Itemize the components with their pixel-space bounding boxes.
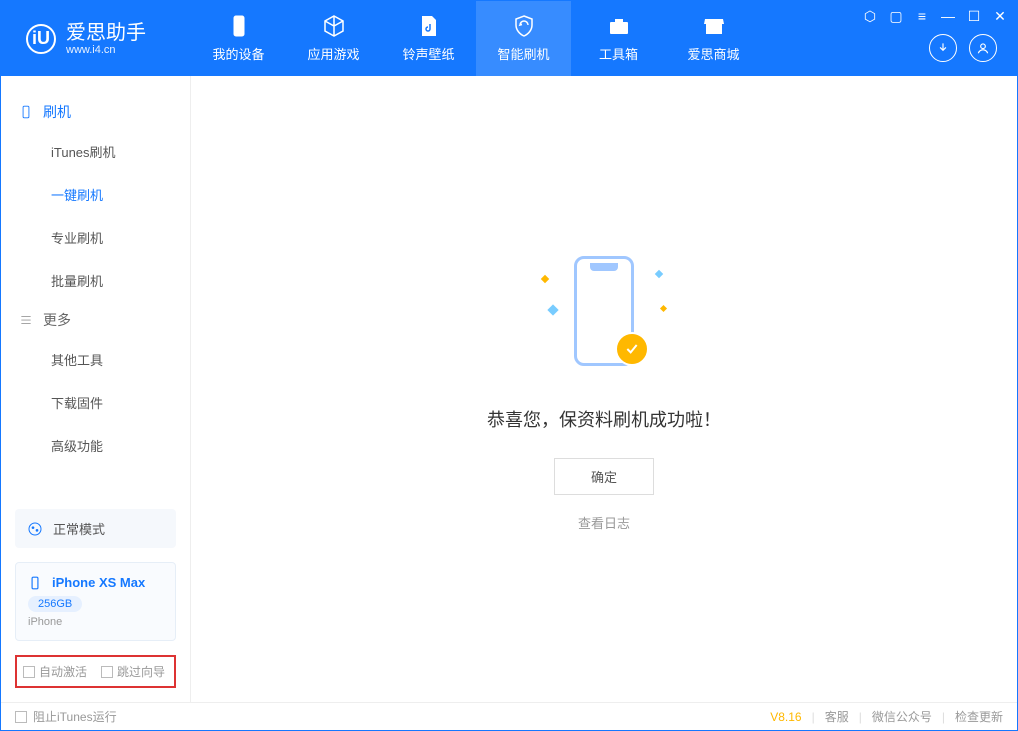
tab-toolbox[interactable]: 工具箱 [571, 1, 666, 76]
download-button[interactable] [929, 34, 957, 62]
header: iU 爱思助手 www.i4.cn 我的设备 应用游戏 铃声壁纸 智能刷机 工具… [1, 1, 1017, 76]
main-content: 恭喜您，保资料刷机成功啦！ 确定 查看日志 [191, 76, 1017, 702]
nav-batch-flash[interactable]: 批量刷机 [1, 259, 190, 302]
view-log-link[interactable]: 查看日志 [578, 513, 630, 532]
menu-icon[interactable]: ≡ [915, 9, 929, 23]
app-name: 爱思助手 [66, 22, 146, 44]
app-url: www.i4.cn [66, 44, 146, 56]
close-button[interactable]: ✕ [993, 9, 1007, 23]
tshirt-icon[interactable]: ⬡ [863, 9, 877, 23]
success-illustration [524, 246, 684, 376]
nav-other-tools[interactable]: 其他工具 [1, 338, 190, 381]
ok-button[interactable]: 确定 [554, 458, 654, 495]
checkbox-label: 自动激活 [39, 663, 87, 680]
titlebar-controls: ⬡ ▢ ≡ — ☐ ✕ [863, 9, 1007, 23]
cube-icon [322, 14, 346, 38]
checkbox-label: 跳过向导 [117, 663, 165, 680]
logo-icon: iU [26, 24, 56, 54]
section-label: 刷机 [43, 102, 71, 122]
tab-smart-flash[interactable]: 智能刷机 [476, 1, 571, 76]
wechat-link[interactable]: 微信公众号 [872, 708, 932, 725]
nav-one-click-flash[interactable]: 一键刷机 [1, 173, 190, 216]
footer: 阻止iTunes运行 V8.16 | 客服 | 微信公众号 | 检查更新 [1, 702, 1017, 730]
customer-service-link[interactable]: 客服 [825, 708, 849, 725]
phone-icon [19, 105, 33, 119]
store-icon [702, 14, 726, 38]
mode-card[interactable]: 正常模式 [15, 509, 176, 548]
version-label: V8.16 [770, 710, 801, 724]
tab-store[interactable]: 爱思商城 [666, 1, 761, 76]
nav-advanced[interactable]: 高级功能 [1, 424, 190, 467]
nav-itunes-flash[interactable]: iTunes刷机 [1, 130, 190, 173]
nav-download-firmware[interactable]: 下载固件 [1, 381, 190, 424]
list-icon [19, 313, 33, 327]
auto-activate-checkbox[interactable]: 自动激活 [23, 663, 87, 680]
tab-label: 智能刷机 [497, 44, 549, 63]
shield-refresh-icon [512, 14, 536, 38]
tab-label: 爱思商城 [687, 44, 739, 63]
device-icon [227, 14, 251, 38]
section-label: 更多 [43, 310, 71, 330]
user-button[interactable] [969, 34, 997, 62]
sidebar: 刷机 iTunes刷机 一键刷机 专业刷机 批量刷机 更多 其他工具 下载固件 … [1, 76, 191, 702]
mode-label: 正常模式 [53, 519, 105, 538]
phone-icon [28, 576, 42, 590]
section-more[interactable]: 更多 [1, 302, 190, 338]
tab-label: 工具箱 [599, 44, 638, 63]
success-message: 恭喜您，保资料刷机成功啦！ [487, 406, 721, 432]
header-actions [929, 34, 1017, 62]
block-itunes-checkbox[interactable]: 阻止iTunes运行 [15, 708, 117, 725]
mode-icon [27, 521, 43, 537]
toolbox-icon [607, 14, 631, 38]
nav-pro-flash[interactable]: 专业刷机 [1, 216, 190, 259]
tab-label: 铃声壁纸 [402, 44, 454, 63]
skip-guide-checkbox[interactable]: 跳过向导 [101, 663, 165, 680]
main-tabs: 我的设备 应用游戏 铃声壁纸 智能刷机 工具箱 爱思商城 [191, 1, 761, 76]
options-box: 自动激活 跳过向导 [15, 655, 176, 688]
tab-label: 应用游戏 [307, 44, 359, 63]
tab-ringtones[interactable]: 铃声壁纸 [381, 1, 476, 76]
tab-apps[interactable]: 应用游戏 [286, 1, 381, 76]
device-name: iPhone XS Max [52, 575, 145, 590]
logo[interactable]: iU 爱思助手 www.i4.cn [1, 22, 191, 56]
minimize-button[interactable]: — [941, 9, 955, 23]
lock-icon[interactable]: ▢ [889, 9, 903, 23]
device-type: iPhone [28, 616, 163, 628]
check-update-link[interactable]: 检查更新 [955, 708, 1003, 725]
tab-label: 我的设备 [212, 44, 264, 63]
device-card[interactable]: iPhone XS Max 256GB iPhone [15, 562, 176, 641]
section-flash[interactable]: 刷机 [1, 94, 190, 130]
check-icon [615, 332, 649, 366]
device-storage: 256GB [28, 596, 82, 612]
checkbox-label: 阻止iTunes运行 [33, 708, 117, 725]
tab-my-device[interactable]: 我的设备 [191, 1, 286, 76]
maximize-button[interactable]: ☐ [967, 9, 981, 23]
music-file-icon [417, 14, 441, 38]
